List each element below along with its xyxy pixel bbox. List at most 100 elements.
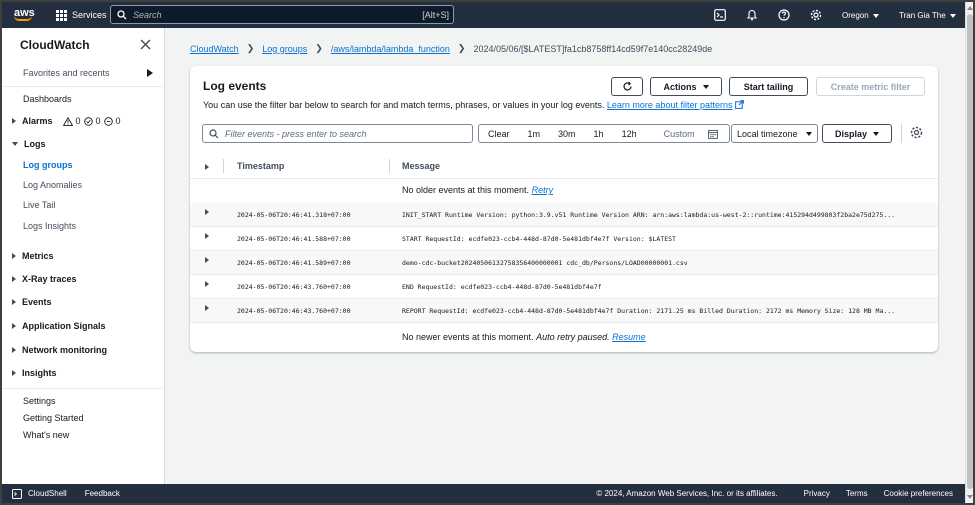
sidebar-section-events[interactable]: Events [12, 297, 52, 307]
feedback-link[interactable]: Feedback [85, 489, 120, 498]
privacy-link[interactable]: Privacy [804, 489, 830, 498]
logs-label: Logs [24, 139, 46, 149]
ok-count: 0 [95, 116, 101, 126]
services-menu-button[interactable]: Services [56, 9, 107, 21]
resume-link[interactable]: Resume [612, 332, 646, 342]
actions-dropdown[interactable]: Actions [650, 77, 722, 96]
sidebar-section-alarms[interactable]: Alarms 0 0 0 [12, 116, 121, 126]
row-timestamp: 2024-05-06T20:46:43.760+07:00 [237, 283, 351, 291]
auto-retry-text: Auto retry paused. [536, 332, 610, 342]
expand-row-icon[interactable] [205, 233, 209, 239]
scroll-down-icon[interactable] [967, 495, 973, 499]
sidebar-section-application-signals[interactable]: Application Signals [12, 321, 106, 331]
search-icon [209, 128, 219, 138]
preferences-gear-icon[interactable] [910, 126, 923, 139]
chevron-down-icon [949, 13, 956, 18]
sidebar-title[interactable]: CloudWatch [20, 38, 90, 52]
close-icon[interactable] [140, 39, 151, 50]
region-selector[interactable]: Oregon [842, 11, 879, 20]
settings-gear-icon[interactable] [810, 9, 822, 21]
row-message: END RequestId: ecdfe023-ccb4-448d-87d0-5… [402, 283, 602, 291]
region-label: Oregon [842, 11, 869, 20]
no-older-text: No older events at this moment. [402, 185, 530, 195]
time-1h-button[interactable]: 1h [585, 129, 613, 139]
insufficient-count: 0 [115, 116, 121, 126]
row-timestamp: 2024-05-06T20:46:41.589+07:00 [237, 259, 351, 267]
sidebar-item-settings[interactable]: Settings [23, 396, 56, 406]
grid-icon [56, 9, 67, 21]
panel-description: You can use the filter bar below to sear… [203, 100, 744, 110]
caret-right-icon [12, 118, 16, 124]
sidebar-section-logs[interactable]: Logs [12, 139, 46, 149]
time-12h-button[interactable]: 12h [613, 129, 646, 139]
sidebar-item-live-tail[interactable]: Live Tail [23, 200, 55, 210]
start-tailing-button[interactable]: Start tailing [729, 77, 808, 96]
cloudshell-icon[interactable] [714, 9, 726, 21]
breadcrumb-cloudwatch[interactable]: CloudWatch [190, 44, 239, 54]
terms-link[interactable]: Terms [846, 489, 868, 498]
row-timestamp: 2024-05-06T20:46:43.760+07:00 [237, 307, 351, 315]
external-link-icon [735, 100, 744, 109]
sidebar-item-whats-new[interactable]: What's new [23, 430, 69, 440]
sidebar-section-xray-traces[interactable]: X-Ray traces [12, 274, 77, 284]
global-search-input[interactable]: Search [Alt+S] [110, 5, 454, 24]
sidebar-section-network-monitoring[interactable]: Network monitoring [12, 345, 107, 355]
sidebar-item-getting-started[interactable]: Getting Started [23, 413, 84, 423]
no-older-events-row: No older events at this moment. Retry [190, 179, 938, 203]
row-message: START RequestId: ecdfe023-ccb4-448d-87d0… [402, 235, 676, 243]
expand-all-icon[interactable] [205, 164, 209, 170]
aws-logo[interactable]: aws [14, 8, 36, 21]
table-row[interactable]: 2024-05-06T20:46:41.318+07:00 INIT_START … [190, 203, 938, 227]
column-header-message[interactable]: Message [402, 161, 440, 171]
scroll-up-icon[interactable] [967, 6, 973, 10]
custom-time-button[interactable]: Custom [646, 129, 727, 139]
scrollbar-thumb[interactable] [967, 14, 973, 489]
table-row[interactable]: 2024-05-06T20:46:41.588+07:00 START Reque… [190, 227, 938, 251]
help-icon[interactable] [778, 9, 790, 21]
no-newer-text: No newer events at this moment. [402, 332, 534, 342]
sidebar-item-dashboards[interactable]: Dashboards [23, 94, 72, 104]
account-menu[interactable]: Tran Gia The [899, 11, 956, 20]
filter-events-input[interactable]: Filter events - press enter to search [202, 124, 473, 143]
sidebar-item-log-groups[interactable]: Log groups [23, 160, 73, 170]
breadcrumb-log-groups[interactable]: Log groups [262, 44, 307, 54]
breadcrumb: CloudWatch ❯ Log groups ❯ /aws/lambda/la… [190, 43, 712, 54]
timezone-label: Local timezone [737, 128, 798, 139]
breadcrumb-log-group[interactable]: /aws/lambda/lambda_function [331, 44, 450, 54]
sidebar-section-insights[interactable]: Insights [12, 368, 57, 378]
learn-more-link[interactable]: Learn more about filter patterns [607, 100, 733, 110]
search-shortcut: [Alt+S] [422, 9, 449, 20]
expand-row-icon[interactable] [205, 209, 209, 215]
favorites-and-recents[interactable]: Favorites and recents [23, 68, 153, 78]
no-newer-events-row: No newer events at this moment. Auto ret… [190, 326, 938, 350]
timezone-select[interactable]: Local timezone [731, 124, 818, 143]
caret-right-icon [147, 69, 153, 77]
sidebar-section-metrics[interactable]: Metrics [12, 251, 54, 261]
table-row[interactable]: 2024-05-06T20:46:43.760+07:00 REPORT Requ… [190, 299, 938, 323]
expand-row-icon[interactable] [205, 305, 209, 311]
cloudshell-link[interactable]: CloudShell [28, 489, 67, 498]
section-label: Insights [22, 368, 57, 378]
table-row[interactable]: 2024-05-06T20:46:43.760+07:00 END Request… [190, 275, 938, 299]
sidebar-item-log-anomalies[interactable]: Log Anomalies [23, 180, 82, 190]
divider [2, 388, 165, 389]
time-30m-button[interactable]: 30m [549, 129, 585, 139]
clear-button[interactable]: Clear [479, 129, 519, 139]
divider [901, 124, 902, 143]
cookie-preferences-link[interactable]: Cookie preferences [884, 489, 953, 498]
create-metric-filter-button[interactable]: Create metric filter [816, 77, 925, 96]
calendar-icon [707, 129, 718, 139]
display-dropdown[interactable]: Display [822, 124, 892, 143]
expand-row-icon[interactable] [205, 257, 209, 263]
chevron-right-icon: ❯ [246, 43, 255, 53]
time-1m-button[interactable]: 1m [519, 129, 550, 139]
expand-row-icon[interactable] [205, 281, 209, 287]
column-header-timestamp[interactable]: Timestamp [237, 161, 284, 171]
refresh-button[interactable] [611, 77, 643, 96]
bell-icon[interactable] [746, 9, 758, 21]
retry-link[interactable]: Retry [532, 185, 554, 195]
table-row[interactable]: 2024-05-06T20:46:41.589+07:00 demo-cdc-bu… [190, 251, 938, 275]
sidebar-item-logs-insights[interactable]: Logs Insights [23, 221, 76, 231]
window-scrollbar[interactable] [965, 2, 973, 503]
time-range-selector: Clear 1m 30m 1h 12h Custom [478, 124, 730, 143]
